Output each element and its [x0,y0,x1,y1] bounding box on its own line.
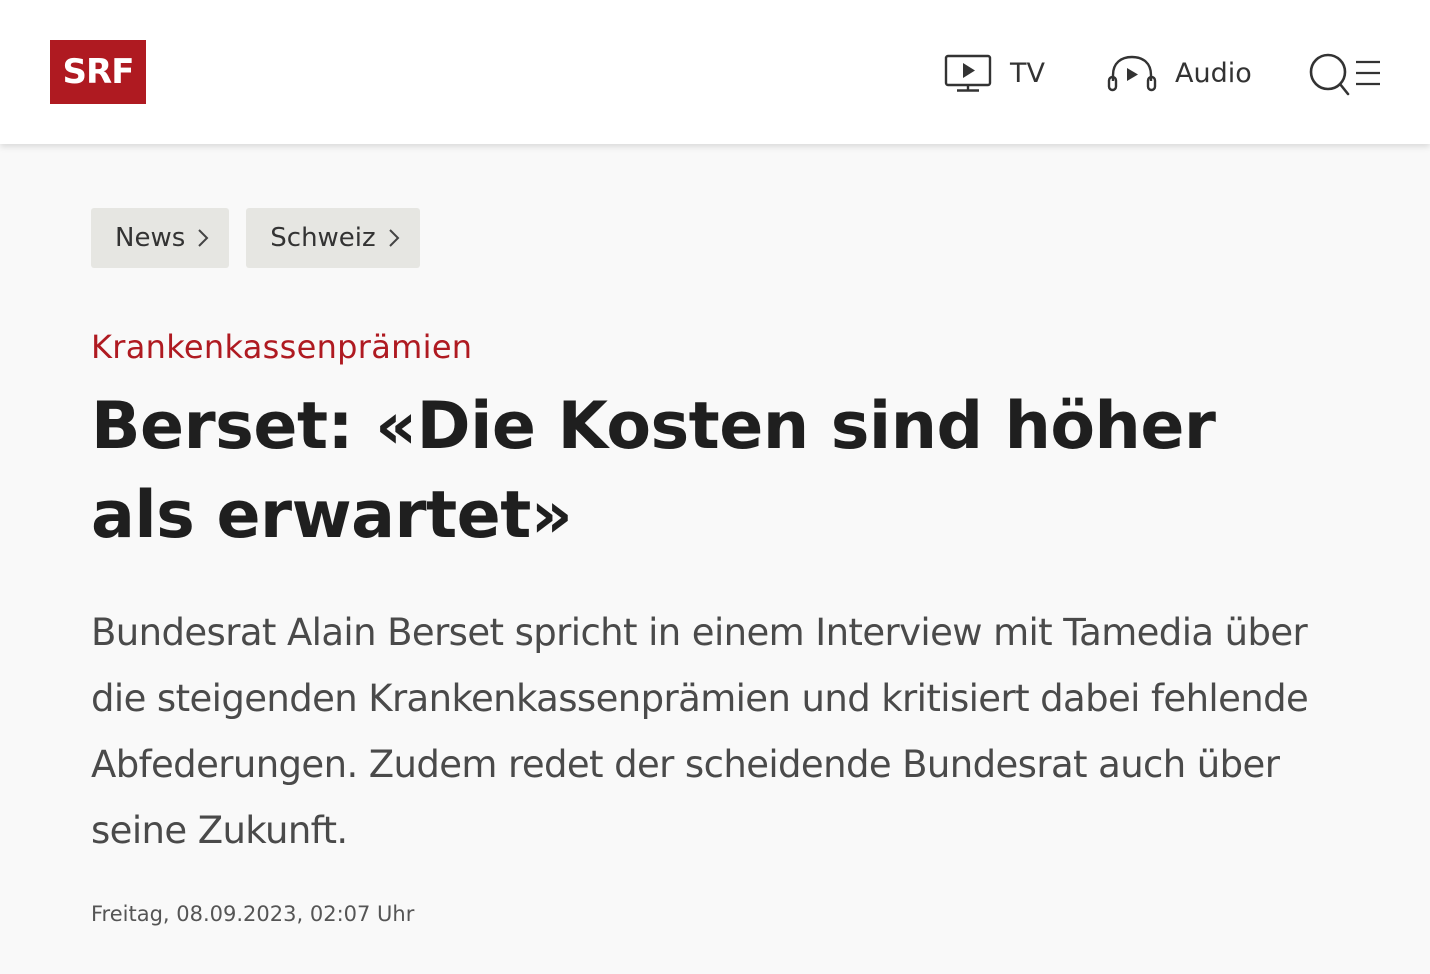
article-date: Freitag, 08.09.2023, 02:07 Uhr [91,902,415,926]
srf-logo[interactable]: SRF [50,40,146,104]
chevron-right-icon [388,228,400,248]
breadcrumb: News Schweiz [91,208,420,268]
search-menu-button[interactable] [1308,52,1382,96]
breadcrumb-label: Schweiz [270,223,376,253]
nav-tv-link[interactable]: TV [944,48,1045,98]
tv-play-icon [944,53,992,93]
article-kicker: Krankenkassenprämien [91,328,473,366]
article-lead: Bundesrat Alain Berset spricht in einem … [91,611,1309,852]
nav-audio-link[interactable]: Audio [1107,48,1252,98]
site-header: SRF TV Audio [0,0,1430,144]
search-icon [1309,53,1380,96]
headphones-play-icon [1107,53,1157,93]
breadcrumb-label: News [115,223,186,253]
chevron-right-icon [197,228,209,248]
breadcrumb-schweiz[interactable]: Schweiz [246,208,420,268]
logo-text: SRF [62,52,135,92]
article-title: Berset: «Die Kosten sind höher als erwar… [91,389,1216,553]
breadcrumb-news[interactable]: News [91,208,230,268]
nav-tv-label: TV [1010,57,1045,89]
nav-audio-label: Audio [1175,57,1252,89]
